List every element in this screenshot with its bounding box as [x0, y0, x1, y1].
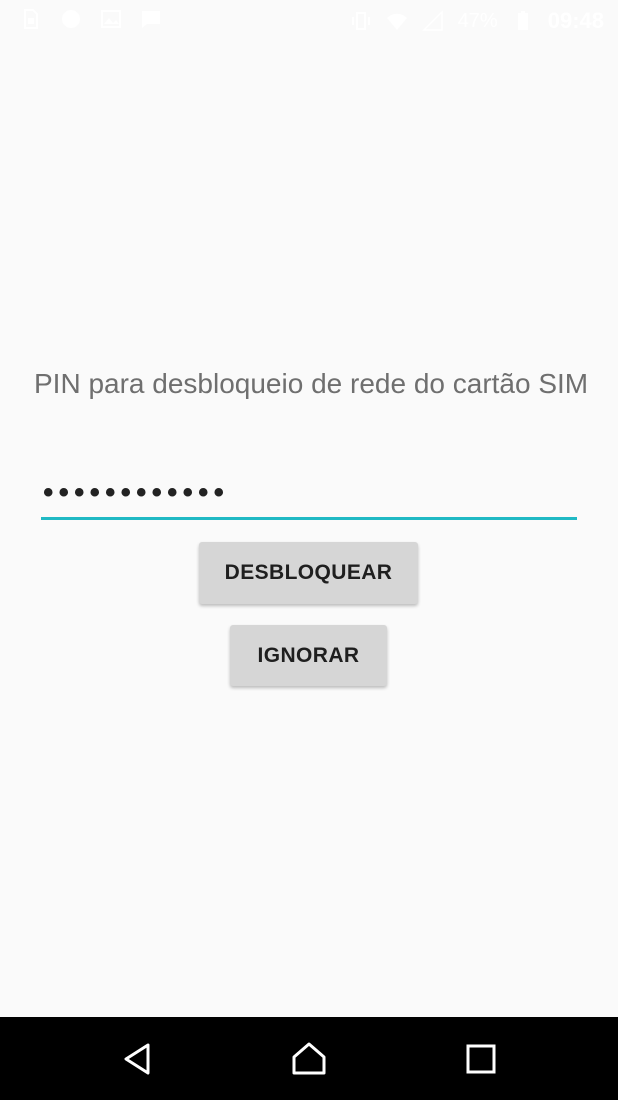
recents-icon[interactable] [461, 1039, 501, 1079]
status-system: 47% 09:48 [350, 8, 604, 34]
sim-unlock-screen: 47% 09:48 PIN para desbloqueio de rede d… [0, 0, 618, 1017]
vibrate-icon [350, 10, 372, 32]
home-icon[interactable] [289, 1039, 329, 1079]
no-signal-icon [421, 10, 444, 32]
wifi-icon [386, 10, 408, 32]
pin-input[interactable]: •••••••••••• [41, 470, 577, 520]
pin-input-underline [41, 517, 577, 520]
status-notifications [20, 8, 162, 30]
battery-icon [512, 10, 534, 32]
image-icon [100, 8, 122, 30]
navigation-bar [0, 1017, 618, 1100]
pin-masked-value: •••••••••••• [43, 476, 230, 509]
battery-percent: 47% [457, 9, 498, 32]
back-icon[interactable] [118, 1039, 158, 1079]
pin-prompt: PIN para desbloqueio de rede do cartão S… [34, 368, 589, 399]
ignore-button[interactable]: IGNORAR [230, 625, 387, 686]
message-icon [140, 8, 162, 30]
circle-notification-icon [60, 8, 82, 30]
status-bar: 47% 09:48 [0, 0, 618, 40]
sim-icon [20, 8, 42, 30]
status-time: 09:48 [547, 8, 604, 33]
unlock-button[interactable]: DESBLOQUEAR [199, 542, 418, 604]
